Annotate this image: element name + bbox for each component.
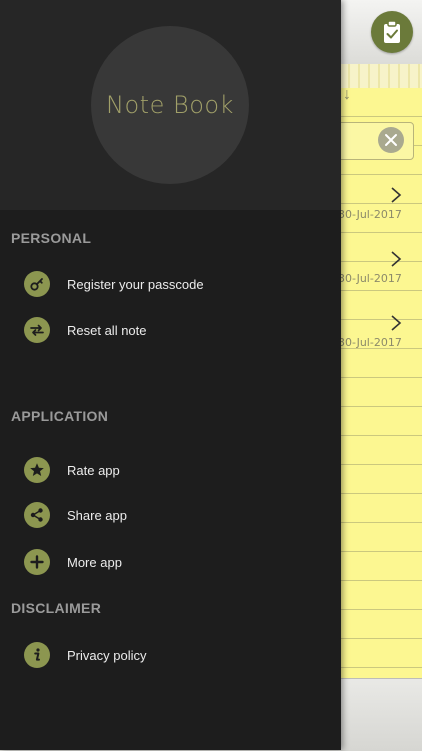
chevron-right-icon [391, 315, 402, 331]
section-title-disclaimer: DISCLAIMER [11, 600, 102, 616]
drawer-header: Note Book [0, 0, 341, 210]
note-row[interactable]: 30-Jul-2017 [338, 250, 422, 300]
menu-item-label: Rate app [67, 462, 120, 478]
plus-icon [24, 549, 50, 575]
close-icon [385, 134, 397, 146]
menu-item-label: Privacy policy [67, 647, 147, 663]
star-icon [24, 457, 50, 483]
reset-icon [24, 317, 50, 343]
share-icon [24, 502, 50, 528]
note-row[interactable]: 30-Jul-2017 [338, 186, 422, 236]
note-date: 30-Jul-2017 [338, 336, 402, 349]
menu-item-label: More app [67, 554, 122, 570]
section-title-personal: PERSONAL [11, 230, 92, 246]
menu-item-share-app[interactable]: Share app [24, 500, 324, 530]
app-logo-text: Note Book [106, 91, 234, 119]
navigation-drawer: Note Book PERSONAL Register your passcod… [0, 0, 341, 750]
note-date: 30-Jul-2017 [338, 272, 402, 285]
menu-item-label: Register your passcode [67, 276, 204, 292]
menu-item-privacy-policy[interactable]: Privacy policy [24, 640, 324, 670]
menu-item-register-passcode[interactable]: Register your passcode [24, 269, 324, 299]
key-icon [24, 271, 50, 297]
section-title-application: APPLICATION [11, 408, 109, 424]
note-row[interactable]: 30-Jul-2017 [338, 314, 422, 364]
menu-item-more-app[interactable]: More app [24, 547, 324, 577]
menu-item-label: Share app [67, 507, 127, 523]
menu-item-reset-all-note[interactable]: Reset all note [24, 315, 324, 345]
clipboard-check-icon [384, 20, 400, 43]
arrow-down-icon[interactable]: ↓ [343, 86, 351, 104]
clipboard-button[interactable] [371, 11, 413, 53]
note-date: 30-Jul-2017 [338, 208, 402, 221]
chevron-right-icon [391, 187, 402, 203]
menu-item-label: Reset all note [67, 322, 147, 338]
app-logo: Note Book [91, 26, 249, 184]
chevron-right-icon [391, 251, 402, 267]
info-icon [24, 642, 50, 668]
menu-item-rate-app[interactable]: Rate app [24, 455, 324, 485]
clear-search-button[interactable] [378, 127, 404, 153]
